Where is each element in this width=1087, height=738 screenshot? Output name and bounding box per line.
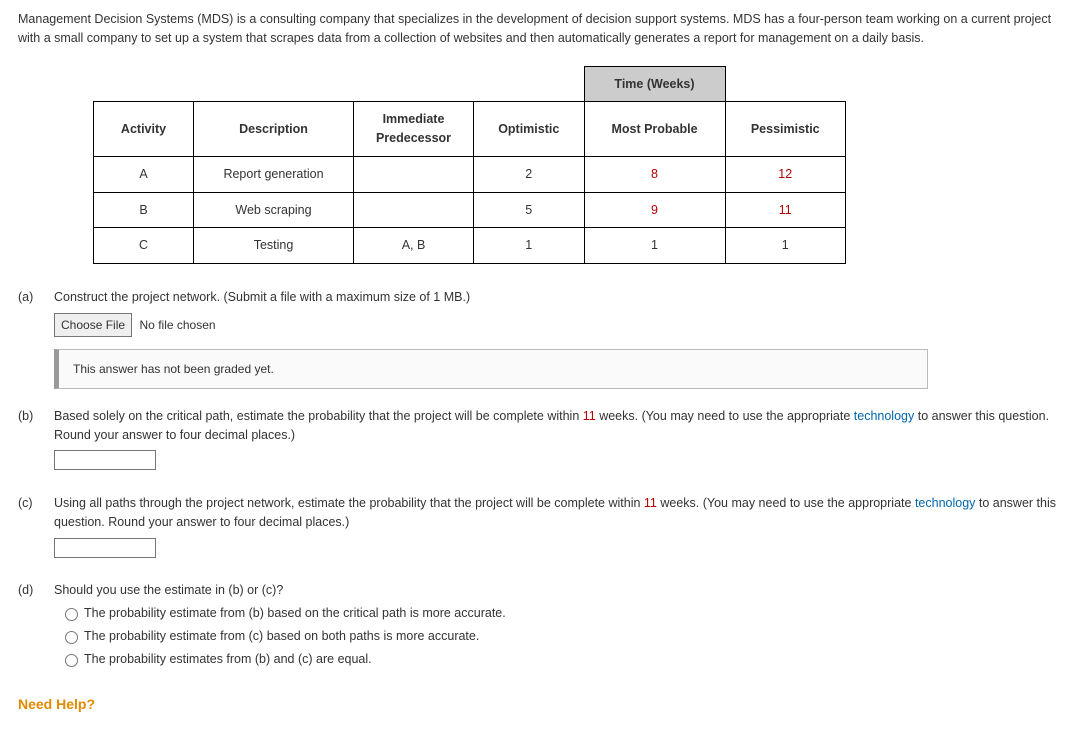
part-d-text: Should you use the estimate in (b) or (c…: [54, 581, 1069, 600]
no-file-text: No file chosen: [140, 318, 216, 332]
cell-optimistic: 1: [474, 228, 585, 264]
part-b-text: Based solely on the critical path, estim…: [54, 409, 1049, 442]
cell-predecessor: [354, 156, 474, 192]
radio-option-3[interactable]: [65, 654, 78, 667]
cell-most-probable: 8: [584, 156, 725, 192]
col-pessimistic: Pessimistic: [725, 102, 846, 157]
table-row: B Web scraping 5 9 11: [94, 192, 846, 228]
part-a: (a) Construct the project network. (Subm…: [18, 288, 1069, 389]
radio-label: The probability estimates from (b) and (…: [84, 650, 372, 669]
col-predecessor: Immediate Predecessor: [354, 102, 474, 157]
answer-input-c[interactable]: [54, 538, 156, 558]
part-c: (c) Using all paths through the project …: [18, 494, 1069, 563]
cell-predecessor: [354, 192, 474, 228]
cell-description: Web scraping: [194, 192, 354, 228]
table-row: A Report generation 2 8 12: [94, 156, 846, 192]
cell-predecessor: A, B: [354, 228, 474, 264]
technology-link[interactable]: technology: [854, 409, 914, 423]
intro-text: Management Decision Systems (MDS) is a c…: [18, 10, 1069, 48]
cell-most-probable: 9: [584, 192, 725, 228]
part-c-text: Using all paths through the project netw…: [54, 496, 1056, 529]
grade-message: This answer has not been graded yet.: [54, 349, 928, 389]
part-b-label: (b): [18, 407, 54, 476]
col-activity: Activity: [94, 102, 194, 157]
cell-pessimistic: 12: [725, 156, 846, 192]
part-c-label: (c): [18, 494, 54, 563]
cell-description: Testing: [194, 228, 354, 264]
part-a-label: (a): [18, 288, 54, 389]
cell-description: Report generation: [194, 156, 354, 192]
radio-option-2[interactable]: [65, 631, 78, 644]
cell-most-probable: 1: [584, 228, 725, 264]
activity-table: Time (Weeks) Activity Description Immedi…: [93, 66, 846, 265]
need-help[interactable]: Need Help?: [18, 694, 1069, 715]
radio-label: The probability estimate from (b) based …: [84, 604, 506, 623]
col-most-probable: Most Probable: [584, 102, 725, 157]
col-description: Description: [194, 102, 354, 157]
col-optimistic: Optimistic: [474, 102, 585, 157]
technology-link[interactable]: technology: [915, 496, 975, 510]
part-a-text: Construct the project network. (Submit a…: [54, 288, 1069, 307]
answer-input-b[interactable]: [54, 450, 156, 470]
radio-option-1[interactable]: [65, 608, 78, 621]
part-d-label: (d): [18, 581, 54, 672]
cell-optimistic: 2: [474, 156, 585, 192]
cell-activity: B: [94, 192, 194, 228]
cell-activity: A: [94, 156, 194, 192]
cell-pessimistic: 11: [725, 192, 846, 228]
cell-optimistic: 5: [474, 192, 585, 228]
part-d: (d) Should you use the estimate in (b) o…: [18, 581, 1069, 672]
part-b: (b) Based solely on the critical path, e…: [18, 407, 1069, 476]
time-header: Time (Weeks): [584, 66, 725, 102]
cell-pessimistic: 1: [725, 228, 846, 264]
radio-label: The probability estimate from (c) based …: [84, 627, 479, 646]
table-row: C Testing A, B 1 1 1: [94, 228, 846, 264]
choose-file-button[interactable]: Choose File: [54, 313, 132, 337]
cell-activity: C: [94, 228, 194, 264]
